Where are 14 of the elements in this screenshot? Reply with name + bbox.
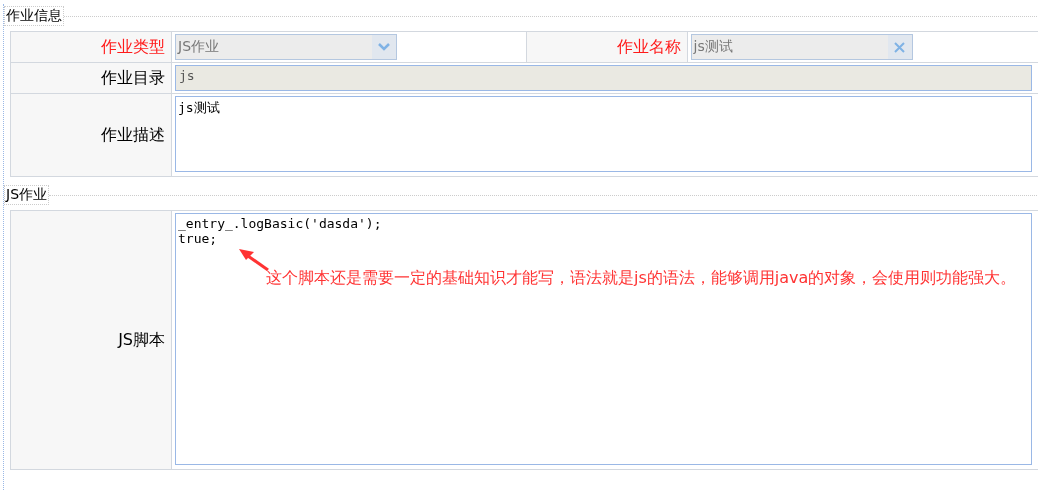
field-label: 作业名称 [526, 32, 688, 62]
type-select[interactable]: JS作业 [175, 34, 397, 60]
field-label: JS脚本 [11, 211, 172, 469]
chevron-down-icon [378, 43, 390, 51]
field-label: 作业目录 [11, 63, 172, 93]
directory-field[interactable]: js [175, 65, 1032, 91]
section-legend: 作业信息 [4, 6, 64, 26]
section-legend: JS作业 [4, 185, 49, 205]
close-icon [894, 41, 905, 53]
name-field[interactable]: js测试 [690, 34, 913, 60]
annotation-text: 这个脚本还是需要一定的基础知识才能写，语法就是js的语法，能够调用java的对象，会使用则功能强大。 [266, 267, 1018, 289]
description-field[interactable]: js测试 [175, 96, 1032, 172]
field-label: 作业描述 [11, 94, 172, 176]
field-label: 作业类型 [11, 32, 172, 62]
